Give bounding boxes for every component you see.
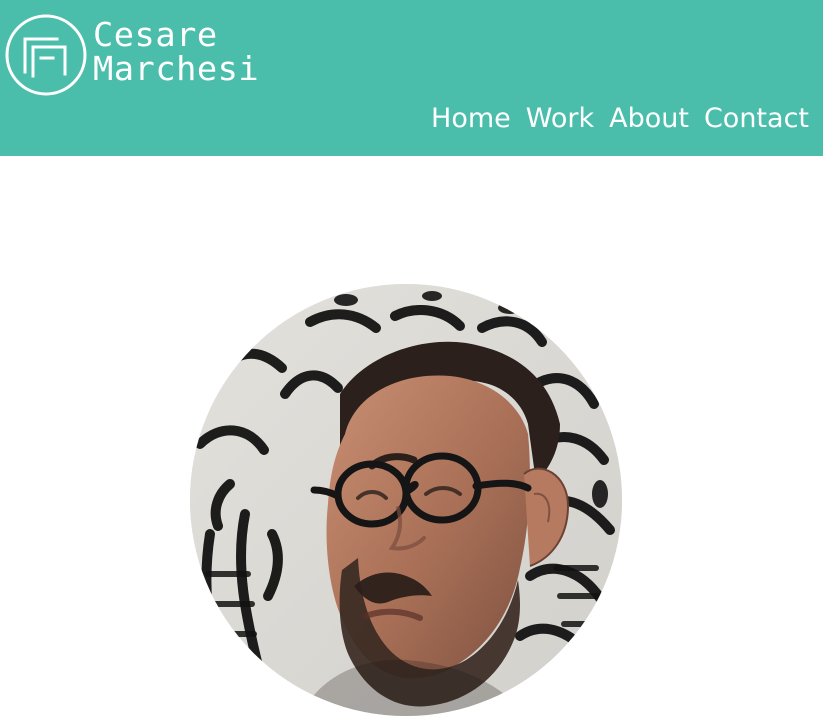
logo-line-first: Cesare: [93, 15, 218, 54]
nav-contact-link[interactable]: Contact: [704, 100, 809, 138]
portrait-illustration: [190, 284, 622, 716]
logo-line-second: Marchesi: [93, 49, 260, 88]
nav-about-link[interactable]: About: [609, 100, 689, 138]
portrait-photo: [190, 284, 622, 716]
nav-work-link[interactable]: Work: [526, 100, 594, 138]
main-content: [0, 156, 823, 716]
logo-mark-icon: [5, 14, 87, 96]
main-nav: Home Work About Contact: [431, 100, 809, 138]
nav-home-link[interactable]: Home: [431, 100, 511, 138]
logo-wordmark: Cesare Marchesi: [93, 14, 265, 96]
site-header: Cesare Marchesi Home Work About Contact: [0, 0, 823, 156]
site-logo[interactable]: Cesare Marchesi: [5, 14, 265, 98]
